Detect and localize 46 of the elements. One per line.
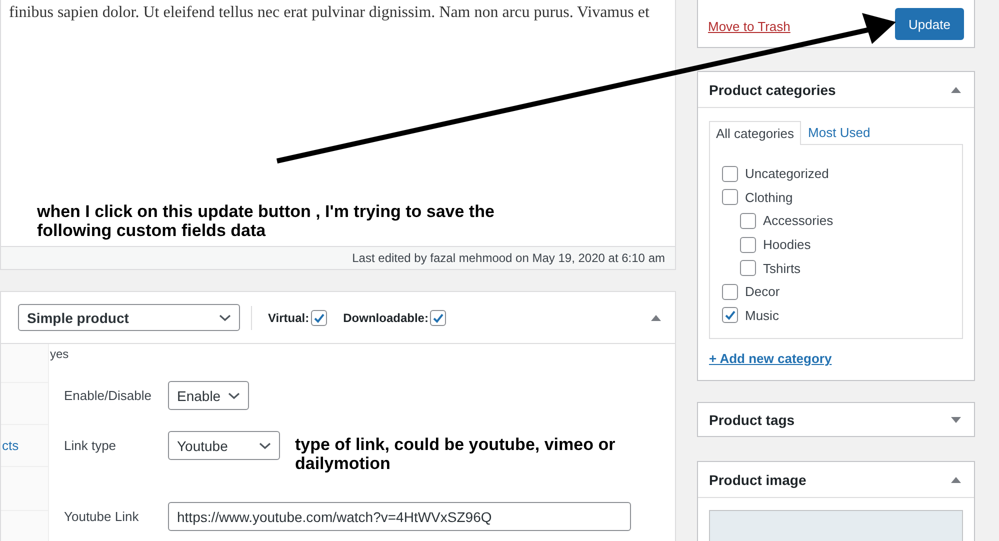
field-label: Youtube Link bbox=[64, 509, 140, 524]
checkbox[interactable] bbox=[740, 212, 756, 229]
chevron-icon bbox=[219, 314, 231, 322]
tab[interactable]: All categories bbox=[709, 121, 802, 145]
update-button[interactable]: Update bbox=[895, 8, 964, 40]
tab[interactable]: Most Used bbox=[801, 120, 878, 144]
toggle-icon[interactable] bbox=[951, 416, 961, 422]
trash-link[interactable]: Move to Trash bbox=[708, 18, 790, 34]
select-field[interactable]: Youtube bbox=[168, 431, 280, 460]
category-label: Accessories bbox=[763, 213, 834, 228]
annotation-text: type of link, could be youtube, vimeo or dailymotion bbox=[295, 435, 616, 473]
checkbox[interactable] bbox=[311, 310, 328, 326]
category-label: Clothing bbox=[745, 190, 793, 205]
category-label: Music bbox=[745, 308, 779, 323]
toggle-icon[interactable] bbox=[951, 86, 961, 92]
checkbox[interactable] bbox=[740, 236, 756, 253]
add-category-link[interactable]: + Add new category bbox=[709, 351, 832, 366]
box-title: Product tags bbox=[709, 412, 795, 428]
value-text: yes bbox=[50, 347, 70, 361]
field-label: Enable/Disable bbox=[64, 388, 152, 403]
option-label: Downloadable: bbox=[343, 310, 428, 324]
box-title: Product categories bbox=[709, 82, 836, 98]
checkbox[interactable] bbox=[722, 189, 738, 206]
toggle-icon[interactable] bbox=[951, 476, 961, 482]
category-label: Decor bbox=[745, 284, 780, 300]
annotation-text: when I click on this update button , I'm trying to save the following custom fields data bbox=[37, 202, 496, 240]
tab-link[interactable]: cts bbox=[2, 438, 19, 453]
box-title: Product image bbox=[709, 472, 806, 488]
category-label: Hoodies bbox=[763, 237, 811, 252]
chevron-icon bbox=[259, 442, 271, 450]
checkbox[interactable] bbox=[430, 310, 446, 326]
paragraph: finibus sapien dolor. Ut eleifend tellus nec erat pulvinar dignissim. Nam non arcu purus. Vivamus et bbox=[8, 3, 650, 23]
category-label: Uncategorized bbox=[745, 166, 829, 182]
last-edited-text: Last edited by fazal mehmood on May 19, 2020 at 6:10 am bbox=[352, 251, 665, 265]
product-type-select[interactable]: Simple product bbox=[18, 304, 240, 331]
checkbox[interactable] bbox=[722, 307, 738, 324]
option-label: Virtual: bbox=[268, 310, 310, 324]
toggle-icon[interactable] bbox=[651, 314, 661, 320]
select-field[interactable]: Enable bbox=[168, 381, 249, 410]
field-label: Link type bbox=[64, 438, 118, 453]
checkbox[interactable] bbox=[722, 166, 738, 182]
chevron-icon bbox=[228, 392, 240, 400]
checkbox[interactable] bbox=[740, 260, 756, 276]
checkbox[interactable] bbox=[722, 284, 738, 300]
category-label: Tshirts bbox=[763, 260, 801, 276]
input-field[interactable]: https://www.youtube.com/watch?v=4HtWVxSZ96Q bbox=[168, 502, 631, 531]
